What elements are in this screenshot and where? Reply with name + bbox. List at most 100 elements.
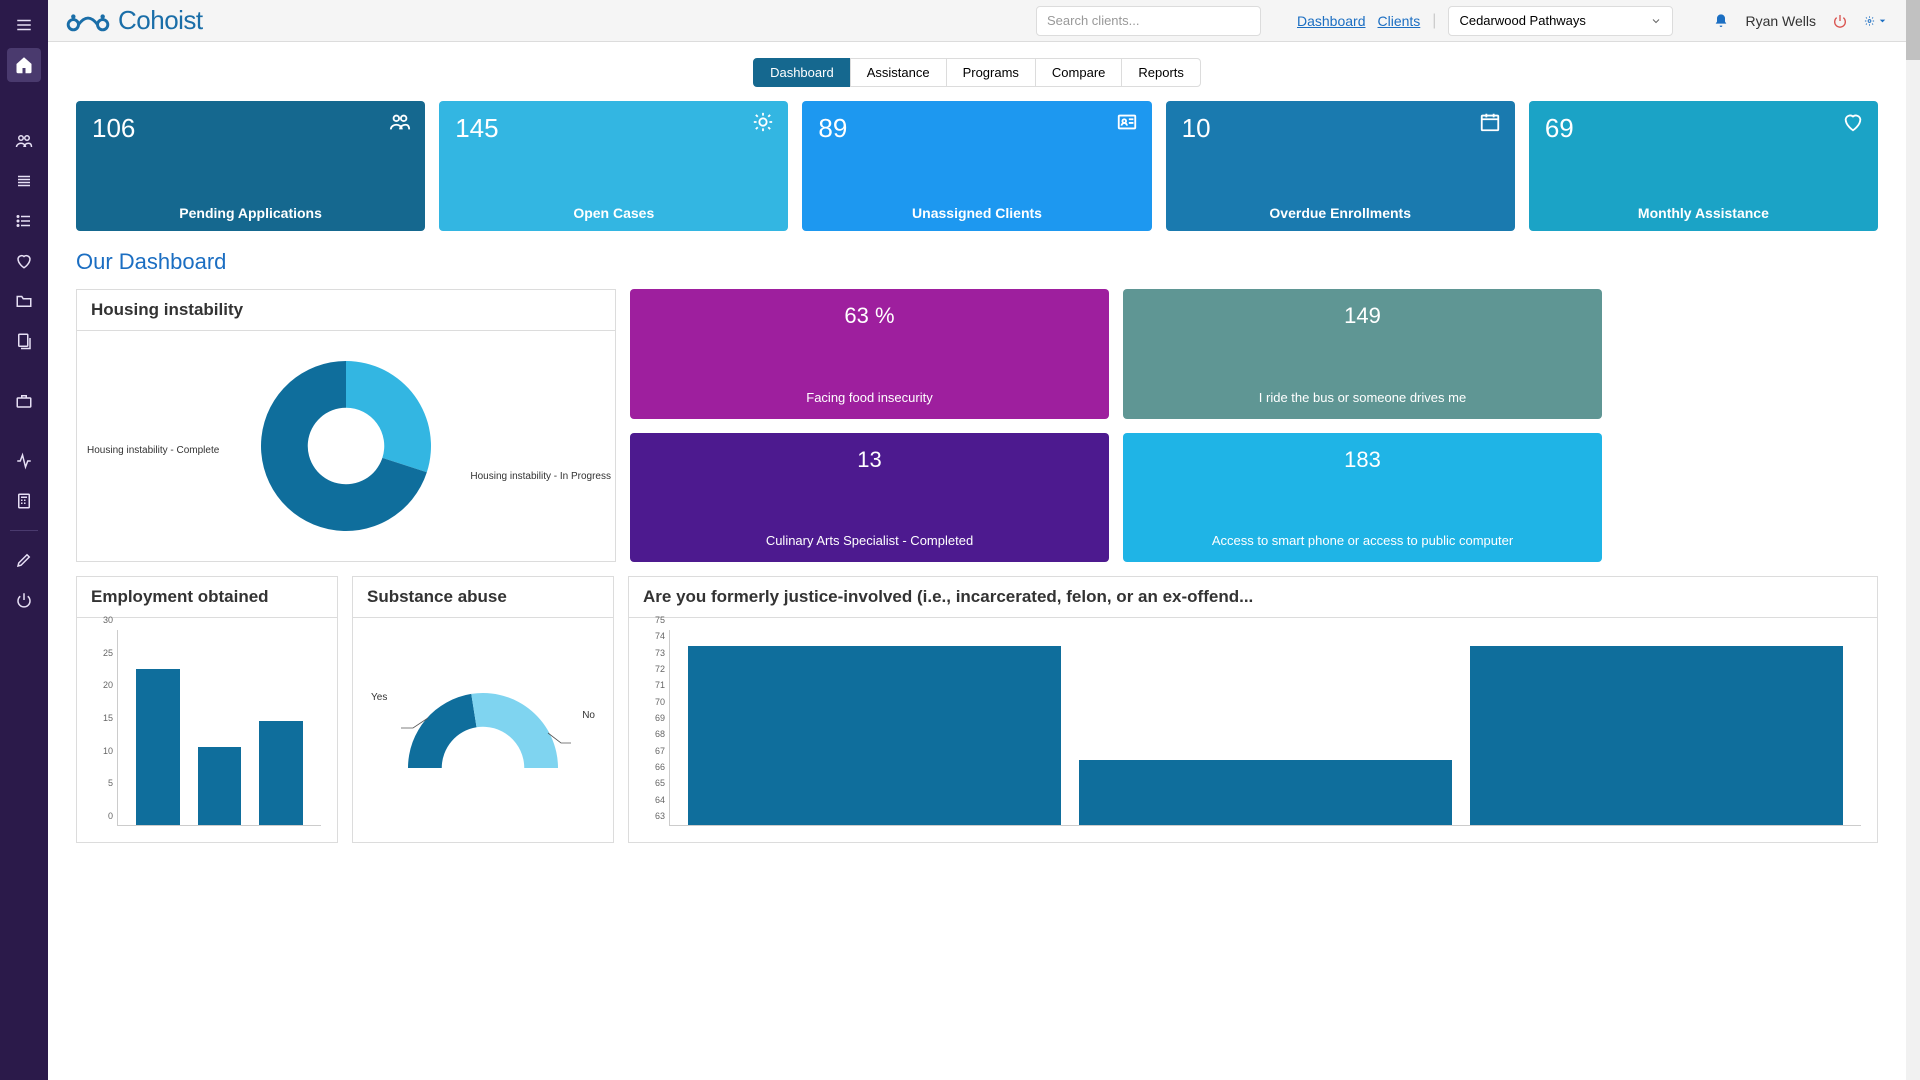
- tab-compare[interactable]: Compare: [1035, 58, 1122, 87]
- tile-food-insecurity[interactable]: 63 % Facing food insecurity: [630, 289, 1109, 419]
- kpi-open-cases[interactable]: 145 Open Cases: [439, 101, 788, 231]
- kpi-label: Pending Applications: [76, 205, 425, 221]
- tile-culinary-arts[interactable]: 13 Culinary Arts Specialist - Completed: [630, 433, 1109, 563]
- kpi-pending-applications[interactable]: 106 Pending Applications: [76, 101, 425, 231]
- nav-separator: |: [1432, 12, 1436, 30]
- user-name[interactable]: Ryan Wells: [1745, 13, 1816, 29]
- kpi-value: 89: [818, 113, 1135, 144]
- panel-title: Substance abuse: [353, 577, 613, 618]
- briefcase-icon: [15, 392, 33, 410]
- gear-icon: [1864, 13, 1875, 29]
- kpi-label: Open Cases: [439, 205, 788, 221]
- gauge-label-yes: Yes: [371, 692, 387, 703]
- tab-bar: Dashboard Assistance Programs Compare Re…: [76, 58, 1878, 87]
- kpi-value: 145: [455, 113, 772, 144]
- top-header: Cohoist Dashboard Clients | Cedarwood Pa…: [48, 0, 1906, 42]
- sun-icon: [752, 111, 774, 133]
- calculator-icon: [15, 492, 33, 510]
- content-area: Dashboard Assistance Programs Compare Re…: [48, 42, 1906, 1080]
- tile-label: I ride the bus or someone drives me: [1259, 390, 1466, 405]
- tile-value: 63 %: [844, 303, 894, 329]
- tile-label: Access to smart phone or access to publi…: [1212, 533, 1513, 548]
- tile-smart-phone-access[interactable]: 183 Access to smart phone or access to p…: [1123, 433, 1602, 563]
- folder-icon: [15, 292, 33, 310]
- logo-icon: [66, 8, 110, 34]
- sidebar-item-edit[interactable]: [7, 543, 41, 577]
- document-icon: [15, 332, 33, 350]
- gauge-label-no: No: [582, 710, 595, 721]
- settings-menu-button[interactable]: [1864, 9, 1888, 33]
- kpi-monthly-assistance[interactable]: 69 Monthly Assistance: [1529, 101, 1878, 231]
- scrollbar[interactable]: [1906, 0, 1920, 1080]
- panel-justice-involved: Are you formerly justice-involved (i.e.,…: [628, 576, 1878, 843]
- panel-title: Employment obtained: [77, 577, 337, 618]
- org-selector[interactable]: Cedarwood Pathways: [1448, 6, 1673, 36]
- gauge-chart-substance: Yes No: [353, 618, 613, 818]
- list-icon: [15, 212, 33, 230]
- tile-ride-bus[interactable]: 149 I ride the bus or someone drives me: [1123, 289, 1602, 419]
- sidebar-item-document[interactable]: [7, 324, 41, 358]
- tab-assistance[interactable]: Assistance: [850, 58, 947, 87]
- tab-dashboard[interactable]: Dashboard: [753, 58, 851, 87]
- bell-icon: [1713, 13, 1729, 29]
- panel-housing-instability: Housing instability Housing instability …: [76, 289, 616, 562]
- calendar-icon: [1479, 111, 1501, 133]
- kpi-unassigned-clients[interactable]: 89 Unassigned Clients: [802, 101, 1151, 231]
- kpi-value: 106: [92, 113, 409, 144]
- org-selected-label: Cedarwood Pathways: [1459, 13, 1585, 28]
- logout-button[interactable]: [1828, 9, 1852, 33]
- tile-value: 149: [1344, 303, 1381, 329]
- sidebar-item-calculator[interactable]: [7, 484, 41, 518]
- sidebar-item-activity[interactable]: [7, 444, 41, 478]
- search-input[interactable]: [1036, 6, 1261, 36]
- activity-icon: [15, 452, 33, 470]
- sidebar-item-briefcase[interactable]: [7, 384, 41, 418]
- sidebar-item-list1[interactable]: [7, 164, 41, 198]
- chart-legend-inprogress: Housing instability - In Progress: [470, 471, 611, 482]
- nav-clients-link[interactable]: Clients: [1378, 13, 1421, 29]
- panel-title: Are you formerly justice-involved (i.e.,…: [629, 577, 1877, 618]
- panel-employment: Employment obtained 051015202530: [76, 576, 338, 843]
- sidebar-item-power[interactable]: [7, 583, 41, 617]
- nav-dashboard-link[interactable]: Dashboard: [1297, 13, 1366, 29]
- sidebar-item-clients[interactable]: [7, 124, 41, 158]
- kpi-value: 10: [1182, 113, 1499, 144]
- tile-value: 13: [857, 447, 881, 473]
- kpi-row: 106 Pending Applications 145 Open Cases …: [76, 101, 1878, 231]
- brand-name: Cohoist: [118, 5, 203, 36]
- notifications-button[interactable]: [1709, 9, 1733, 33]
- bar-chart-employment: 051015202530: [89, 630, 325, 830]
- power-icon: [15, 591, 33, 609]
- sidebar-item-list2[interactable]: [7, 204, 41, 238]
- kpi-overdue-enrollments[interactable]: 10 Overdue Enrollments: [1166, 101, 1515, 231]
- sidebar-item-folder[interactable]: [7, 284, 41, 318]
- tile-label: Facing food insecurity: [806, 390, 932, 405]
- sidebar-item-home[interactable]: [7, 48, 41, 82]
- heart-icon: [1842, 111, 1864, 133]
- heart-icon: [15, 252, 33, 270]
- tab-reports[interactable]: Reports: [1121, 58, 1201, 87]
- home-icon: [15, 56, 33, 74]
- people-icon: [389, 111, 411, 133]
- chevron-down-icon: [1650, 15, 1662, 27]
- lines-icon: [15, 172, 33, 190]
- sidebar: [0, 0, 48, 1080]
- section-title: Our Dashboard: [76, 249, 1878, 275]
- hamburger-icon: [15, 16, 33, 34]
- panel-substance-abuse: Substance abuse Yes No: [352, 576, 614, 843]
- scrollbar-thumb[interactable]: [1906, 0, 1920, 60]
- menu-toggle-button[interactable]: [7, 8, 41, 42]
- sidebar-item-favorites[interactable]: [7, 244, 41, 278]
- brand-logo[interactable]: Cohoist: [66, 5, 203, 36]
- panel-title: Housing instability: [77, 290, 615, 331]
- people-icon: [15, 132, 33, 150]
- kpi-label: Monthly Assistance: [1529, 205, 1878, 221]
- tile-value: 183: [1344, 447, 1381, 473]
- donut-chart-housing: Housing instability - Complete Housing i…: [77, 331, 615, 561]
- kpi-label: Unassigned Clients: [802, 205, 1151, 221]
- chart-legend-complete: Housing instability - Complete: [87, 445, 219, 456]
- id-card-icon: [1116, 111, 1138, 133]
- tab-programs[interactable]: Programs: [946, 58, 1036, 87]
- tile-label: Culinary Arts Specialist - Completed: [766, 533, 973, 548]
- pencil-icon: [15, 551, 33, 569]
